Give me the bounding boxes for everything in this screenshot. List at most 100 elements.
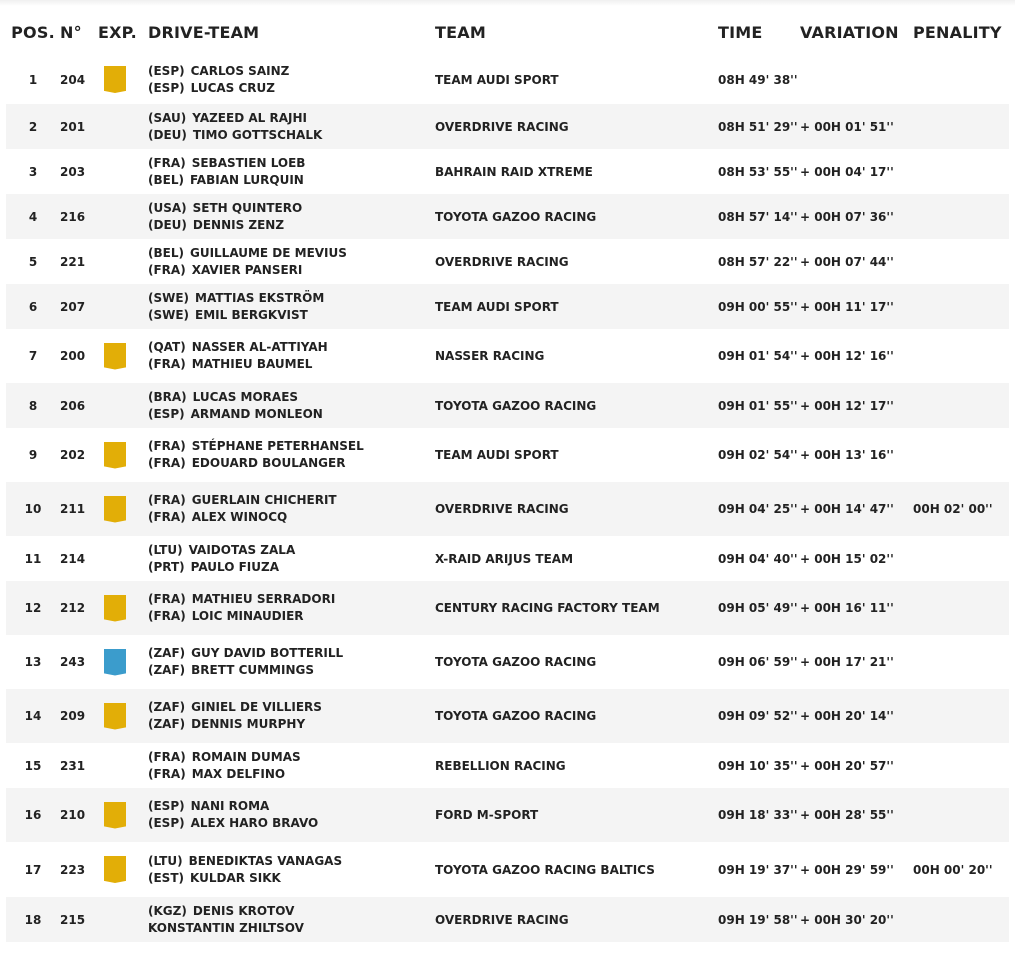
header-time[interactable]: TIME xyxy=(718,10,800,55)
cell-penality xyxy=(913,329,1009,383)
cell-number: 207 xyxy=(60,284,98,329)
table-row[interactable]: 11 214 (LTU) VAIDOTAS ZALA (PRT) PAULO FIUZA X… xyxy=(6,536,1009,581)
codriver-nationality: (SWE) xyxy=(148,307,190,322)
driver-nationality: (SAU) xyxy=(148,110,187,125)
header-team[interactable]: TEAM xyxy=(435,10,718,55)
table-row[interactable]: 18 215 (KGZ) DENIS KROTOV KONSTANTIN ZHILTSO… xyxy=(6,897,1009,942)
cell-penality xyxy=(913,897,1009,942)
cell-penality xyxy=(913,428,1009,482)
cell-number: 209 xyxy=(60,689,98,743)
driver-name: GUERLAIN CHICHERIT xyxy=(191,493,337,507)
driver-nationality: (FRA) xyxy=(148,493,186,507)
cell-time: 08H 49' 38'' xyxy=(718,55,800,104)
driver-name: GINIEL DE VILLIERS xyxy=(191,700,322,714)
cell-position: 2 xyxy=(6,104,60,149)
table-row[interactable]: 12 212 (FRA) MATHIEU SERRADORI (FRA) LOIC MIN… xyxy=(6,581,1009,635)
cell-penality xyxy=(913,149,1009,194)
cell-variation: + 00H 13' 16'' xyxy=(800,428,913,482)
cell-number: 200 xyxy=(60,329,98,383)
cell-time: 09H 10' 35'' xyxy=(718,743,800,788)
codriver-line: (ESP) ALEX HARO BRAVO xyxy=(148,815,435,832)
table-row[interactable]: 3 203 (FRA) SEBASTIEN LOEB (BEL) FABIAN LURQU… xyxy=(6,149,1009,194)
cell-penality xyxy=(913,55,1009,104)
codriver-name: MAX DELFINO xyxy=(191,766,286,781)
table-row[interactable]: 16 210 (ESP) NANI ROMA (ESP) ALEX HARO BRAVO F… xyxy=(6,788,1009,842)
cell-position: 11 xyxy=(6,536,60,581)
expert-badge-icon xyxy=(104,495,126,523)
cell-position: 10 xyxy=(6,482,60,536)
codriver-nationality: (FRA) xyxy=(148,609,186,623)
codriver-nationality: (DEU) xyxy=(148,127,187,142)
cell-drive-team: (SAU) YAZEED AL RAJHI (DEU) TIMO GOTTSCHALK xyxy=(148,104,435,149)
driver-line: (ZAF) GINIEL DE VILLIERS xyxy=(148,699,435,716)
cell-number: 210 xyxy=(60,788,98,842)
cell-team: TOYOTA GAZOO RACING xyxy=(435,383,718,428)
header-variation[interactable]: VARIATION xyxy=(800,10,913,55)
header-pos[interactable]: POS. xyxy=(6,10,60,55)
driver-nationality: (LTU) xyxy=(148,853,183,868)
table-row[interactable]: 2 201 (SAU) YAZEED AL RAJHI (DEU) TIMO GOTTSC… xyxy=(6,104,1009,149)
cell-number: 231 xyxy=(60,743,98,788)
codriver-nationality: (BEL) xyxy=(148,172,184,187)
codriver-name: DENNIS ZENZ xyxy=(192,217,285,232)
table-row[interactable]: 17 223 (LTU) BENEDIKTAS VANAGAS (EST) KULDAR … xyxy=(6,842,1009,897)
cell-drive-team: (KGZ) DENIS KROTOV KONSTANTIN ZHILTSOV xyxy=(148,897,435,942)
table-row[interactable]: 14 209 (ZAF) GINIEL DE VILLIERS (ZAF) DENNIS … xyxy=(6,689,1009,743)
cell-drive-team: (BEL) GUILLAUME DE MEVIUS (FRA) XAVIER PANS… xyxy=(148,239,435,284)
table-row[interactable]: 7 200 (QAT) NASSER AL-ATTIYAH (FRA) MATHIEU B… xyxy=(6,329,1009,383)
cell-drive-team: (LTU) VAIDOTAS ZALA (PRT) PAULO FIUZA xyxy=(148,536,435,581)
cell-time: 09H 18' 33'' xyxy=(718,788,800,842)
cell-number: 223 xyxy=(60,842,98,897)
codriver-name: BRETT CUMMINGS xyxy=(191,663,314,677)
cell-penality xyxy=(913,284,1009,329)
codriver-nationality: (ESP) xyxy=(148,406,185,421)
driver-name: GUILLAUME DE MEVIUS xyxy=(189,245,347,260)
header-number[interactable]: N° xyxy=(60,10,98,55)
cell-penality xyxy=(913,689,1009,743)
cell-variation: + 00H 28' 55'' xyxy=(800,788,913,842)
driver-nationality: (USA) xyxy=(148,200,187,215)
expert-badge-icon xyxy=(104,856,126,883)
cell-position: 17 xyxy=(6,842,60,897)
driver-line: (LTU) BENEDIKTAS VANAGAS xyxy=(148,853,435,870)
cell-exp xyxy=(98,104,148,149)
codriver-name: TIMO GOTTSCHALK xyxy=(192,127,323,142)
header-penality[interactable]: PENALITY xyxy=(913,10,1009,55)
codriver-line: (ZAF) DENNIS MURPHY xyxy=(148,716,435,733)
table-row[interactable]: 4 216 (USA) SETH QUINTERO (DEU) DENNIS ZENZ TO… xyxy=(6,194,1009,239)
driver-line: (BRA) LUCAS MORAES xyxy=(148,389,435,406)
cell-position: 8 xyxy=(6,383,60,428)
driver-line: (FRA) STÉPHANE PETERHANSEL xyxy=(148,438,435,455)
driver-nationality: (ESP) xyxy=(148,799,185,813)
cell-time: 09H 00' 55'' xyxy=(718,284,800,329)
driver-line: (USA) SETH QUINTERO xyxy=(148,200,435,217)
cell-drive-team: (LTU) BENEDIKTAS VANAGAS (EST) KULDAR SIKK xyxy=(148,842,435,897)
driver-name: NASSER AL-ATTIYAH xyxy=(191,340,328,354)
header-drive-team[interactable]: DRIVE-TEAM xyxy=(148,10,435,55)
table-row[interactable]: 5 221 (BEL) GUILLAUME DE MEVIUS (FRA) XAVIER … xyxy=(6,239,1009,284)
cell-exp xyxy=(98,194,148,239)
driver-line: (LTU) VAIDOTAS ZALA xyxy=(148,542,435,559)
expert-badge-icon xyxy=(104,801,126,829)
driver-line: (FRA) ROMAIN DUMAS xyxy=(148,749,435,766)
table-row[interactable]: 15 231 (FRA) ROMAIN DUMAS (FRA) MAX DELFINO RE… xyxy=(6,743,1009,788)
codriver-name: MATHIEU BAUMEL xyxy=(191,357,313,371)
codriver-name: PAULO FIUZA xyxy=(190,559,280,574)
cell-drive-team: (FRA) SEBASTIEN LOEB (BEL) FABIAN LURQUIN xyxy=(148,149,435,194)
driver-nationality: (FRA) xyxy=(148,749,186,764)
cell-drive-team: (ZAF) GINIEL DE VILLIERS (ZAF) DENNIS MURPH… xyxy=(148,689,435,743)
cell-penality xyxy=(913,581,1009,635)
header-exp[interactable]: EXP. xyxy=(98,10,148,55)
cell-number: 204 xyxy=(60,55,98,104)
codriver-line: (ESP) ARMAND MONLEON xyxy=(148,406,435,423)
codriver-nationality: (DEU) xyxy=(148,217,187,232)
driver-nationality: (ZAF) xyxy=(148,646,186,660)
table-row[interactable]: 9 202 (FRA) STÉPHANE PETERHANSEL (FRA) EDOUAR… xyxy=(6,428,1009,482)
table-row[interactable]: 8 206 (BRA) LUCAS MORAES (ESP) ARMAND MONLEON… xyxy=(6,383,1009,428)
table-row[interactable]: 10 211 (FRA) GUERLAIN CHICHERIT (FRA) ALEX WI… xyxy=(6,482,1009,536)
table-row[interactable]: 6 207 (SWE) MATTIAS EKSTRÖM (SWE) EMIL BERGKV… xyxy=(6,284,1009,329)
table-row[interactable]: 13 243 (ZAF) GUY DAVID BOTTERILL (ZAF) BRETT … xyxy=(6,635,1009,689)
table-row[interactable]: 1 204 (ESP) CARLOS SAINZ (ESP) LUCAS CRUZ TEAM… xyxy=(6,55,1009,104)
codriver-nationality: (FRA) xyxy=(148,357,186,371)
cell-time: 09H 05' 49'' xyxy=(718,581,800,635)
